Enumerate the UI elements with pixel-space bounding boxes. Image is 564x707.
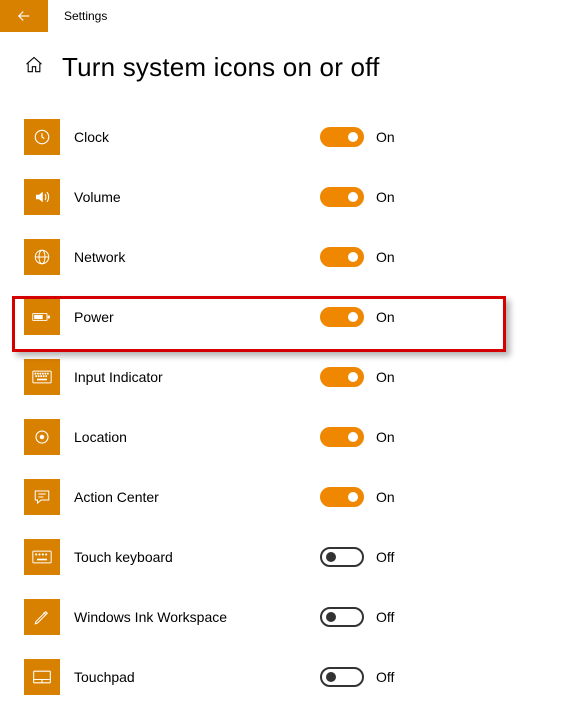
toggle-state-text: Off [376, 669, 394, 685]
setting-label: Touchpad [74, 669, 540, 685]
toggle-group: Off [320, 607, 394, 627]
touch-keyboard-icon [24, 539, 60, 575]
setting-row-windows-ink: Windows Ink WorkspaceOff [24, 587, 540, 647]
action-center-icon [24, 479, 60, 515]
toggle-power[interactable] [320, 307, 364, 327]
toggle-group: On [320, 427, 395, 447]
toggle-network[interactable] [320, 247, 364, 267]
home-icon[interactable] [24, 55, 44, 80]
setting-label: Touch keyboard [74, 549, 540, 565]
toggle-volume[interactable] [320, 187, 364, 207]
toggle-group: On [320, 307, 395, 327]
system-icons-list: ClockOnVolumeOnNetworkOnPowerOnInput Ind… [0, 107, 564, 707]
setting-row-clock: ClockOn [24, 107, 540, 167]
toggle-group: On [320, 247, 395, 267]
setting-label: Volume [74, 189, 540, 205]
toggle-group: On [320, 127, 395, 147]
title-bar: Settings [0, 0, 564, 32]
setting-row-touchpad: TouchpadOff [24, 647, 540, 707]
toggle-touch-keyboard[interactable] [320, 547, 364, 567]
toggle-input-indicator[interactable] [320, 367, 364, 387]
toggle-state-text: On [376, 129, 395, 145]
toggle-state-text: On [376, 489, 395, 505]
arrow-left-icon [15, 7, 33, 25]
power-icon [24, 299, 60, 335]
toggle-group: On [320, 487, 395, 507]
setting-label: Power [74, 309, 540, 325]
toggle-group: Off [320, 547, 394, 567]
location-icon [24, 419, 60, 455]
setting-label: Network [74, 249, 540, 265]
toggle-windows-ink[interactable] [320, 607, 364, 627]
setting-row-location: LocationOn [24, 407, 540, 467]
volume-icon [24, 179, 60, 215]
toggle-state-text: On [376, 249, 395, 265]
window-title: Settings [64, 9, 107, 23]
setting-row-power: PowerOn [24, 287, 540, 347]
input-indicator-icon [24, 359, 60, 395]
toggle-group: On [320, 187, 395, 207]
page-title: Turn system icons on or off [62, 52, 380, 83]
setting-label: Action Center [74, 489, 540, 505]
setting-row-input-indicator: Input IndicatorOn [24, 347, 540, 407]
clock-icon [24, 119, 60, 155]
toggle-state-text: On [376, 309, 395, 325]
page-header: Turn system icons on or off [0, 32, 564, 107]
setting-label: Input Indicator [74, 369, 540, 385]
back-button[interactable] [0, 0, 48, 32]
setting-row-network: NetworkOn [24, 227, 540, 287]
setting-row-action-center: Action CenterOn [24, 467, 540, 527]
setting-label: Location [74, 429, 540, 445]
setting-row-volume: VolumeOn [24, 167, 540, 227]
toggle-state-text: On [376, 429, 395, 445]
windows-ink-icon [24, 599, 60, 635]
toggle-state-text: On [376, 189, 395, 205]
toggle-touchpad[interactable] [320, 667, 364, 687]
toggle-location[interactable] [320, 427, 364, 447]
setting-label: Clock [74, 129, 540, 145]
toggle-state-text: Off [376, 549, 394, 565]
toggle-group: Off [320, 667, 394, 687]
toggle-state-text: On [376, 369, 395, 385]
setting-row-touch-keyboard: Touch keyboardOff [24, 527, 540, 587]
touchpad-icon [24, 659, 60, 695]
toggle-clock[interactable] [320, 127, 364, 147]
setting-label: Windows Ink Workspace [74, 609, 540, 625]
toggle-action-center[interactable] [320, 487, 364, 507]
network-icon [24, 239, 60, 275]
toggle-state-text: Off [376, 609, 394, 625]
toggle-group: On [320, 367, 395, 387]
